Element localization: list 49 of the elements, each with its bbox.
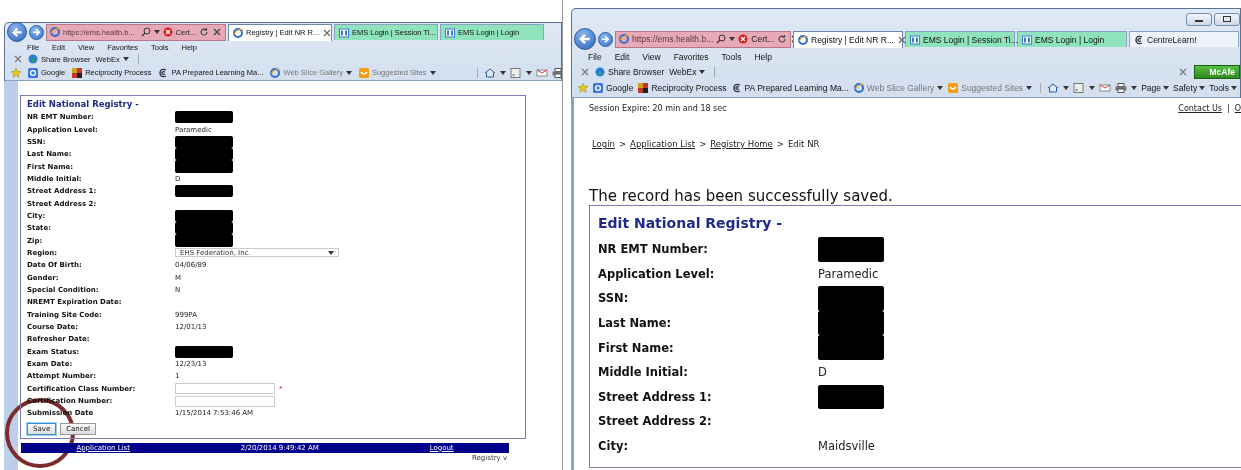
breadcrumb-link[interactable]: Application List: [630, 139, 696, 149]
browser-tab[interactable]: CentreLearn!: [1129, 31, 1239, 47]
header-link[interactable]: O: [1234, 104, 1241, 113]
link-separator: |: [1227, 104, 1230, 113]
browser-tab[interactable]: EMS Login | Login: [1017, 31, 1127, 47]
breadcrumb-separator: >: [699, 139, 707, 149]
field-label: City:: [598, 439, 629, 454]
field-label: Street Address 1:: [598, 389, 713, 404]
command-menu[interactable]: Tools: [1209, 83, 1237, 93]
favorite-link[interactable]: PA Prepared Learning Ma...: [731, 83, 849, 93]
menu-item[interactable]: File: [588, 51, 602, 62]
favorite-link[interactable]: Suggested Sites: [948, 83, 1033, 93]
field-label: NR EMT Number:: [598, 242, 709, 257]
favorite-link[interactable]: Reciprocity Process: [638, 83, 727, 93]
breadcrumb-link[interactable]: Login: [592, 139, 615, 149]
breadcrumb-separator: >: [776, 139, 784, 149]
field-label: SSN:: [598, 291, 630, 306]
menu-item[interactable]: View: [642, 51, 661, 62]
browser-tab[interactable]: EMS Login | Session Ti...: [905, 31, 1015, 47]
share-browser-button[interactable]: Share Browser: [595, 66, 665, 77]
breadcrumb-link[interactable]: Registry Home: [710, 139, 773, 149]
field-value: D: [818, 365, 828, 380]
command-menu[interactable]: Page: [1141, 83, 1170, 93]
field-label: Application Level:: [598, 266, 716, 281]
webex-menu[interactable]: WebEx: [669, 66, 706, 77]
success-message: The record has been successfully saved.: [589, 187, 894, 205]
command-menu[interactable]: Safety: [1173, 83, 1206, 93]
menu-item[interactable]: Favorites: [673, 51, 709, 62]
field-value: Paramedic: [818, 266, 880, 281]
url-text: https://ems.health.b...: [632, 34, 714, 44]
browser-tab[interactable]: Registry | Edit NR R...: [793, 30, 903, 48]
field-value: Maidsville: [818, 439, 876, 454]
breadcrumb-separator: >: [618, 139, 627, 149]
form-title: Edit National Registry -: [27, 99, 140, 109]
menu-item[interactable]: Edit: [614, 51, 630, 62]
form-title: Edit National Registry -: [598, 215, 784, 231]
field-label: First Name:: [598, 340, 675, 355]
breadcrumb-current: Edit NR: [788, 139, 820, 149]
session-timer: Session Expire: 20 min and 18 sec: [589, 104, 727, 113]
field-label: Street Address 2:: [598, 414, 713, 429]
field-label: Last Name:: [598, 316, 673, 331]
certificate-error-text[interactable]: Cert...: [751, 34, 775, 44]
field-label: Middle Initial:: [598, 365, 689, 380]
favorite-link[interactable]: Google: [593, 83, 634, 93]
menu-item[interactable]: Help: [754, 51, 772, 62]
menu-item[interactable]: Tools: [721, 51, 742, 62]
header-link[interactable]: Contact Us: [1178, 104, 1222, 113]
address-bar[interactable]: https://ems.health.b... Cert...: [615, 30, 791, 48]
favorite-link[interactable]: Web Slice Gallery: [853, 83, 944, 93]
